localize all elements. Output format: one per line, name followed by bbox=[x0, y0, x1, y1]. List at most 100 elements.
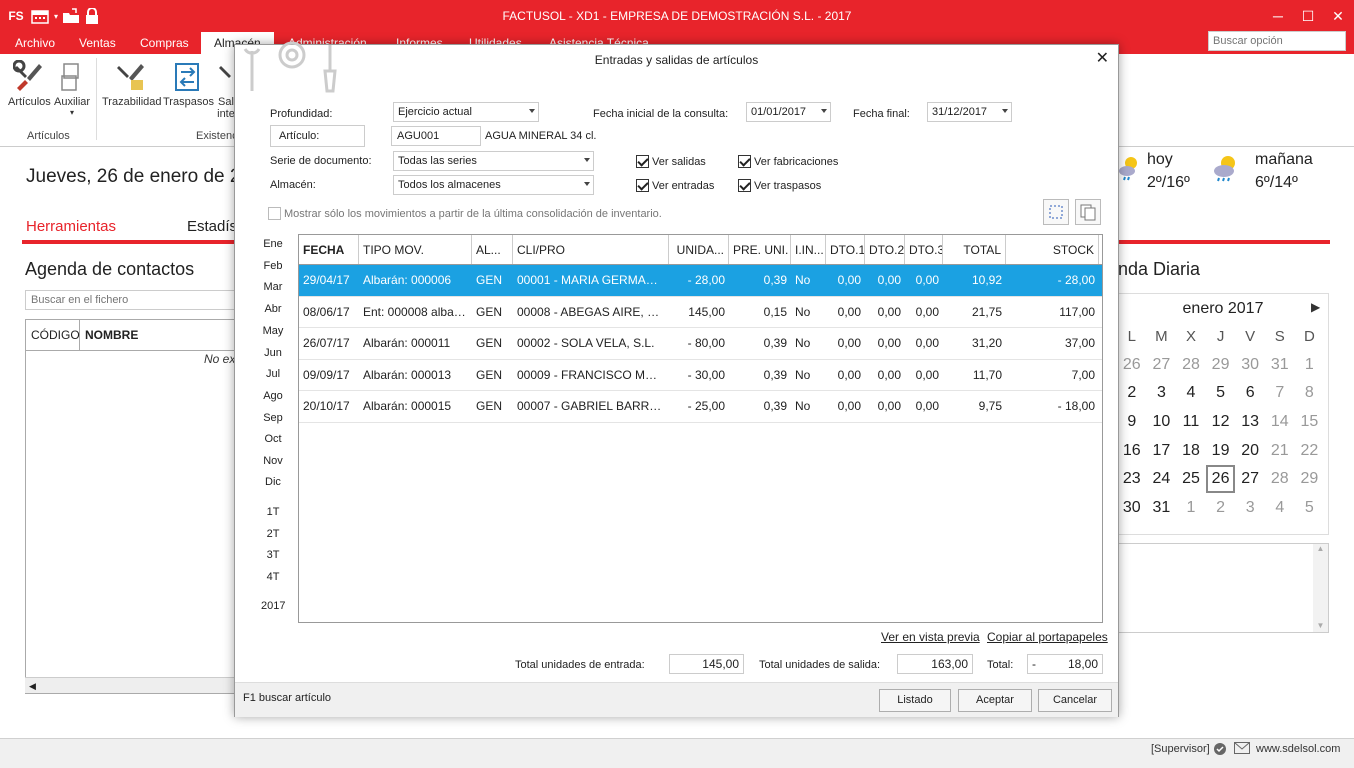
calendar-day[interactable]: 17 bbox=[1147, 442, 1177, 460]
grid-row[interactable]: 29/04/17 Albarán: 000006 GEN 00001 - MARIA … bbox=[299, 265, 1102, 297]
listado-button[interactable]: Listado bbox=[879, 689, 951, 712]
calendar-day[interactable]: 10 bbox=[1147, 413, 1177, 431]
grid-col-header[interactable]: FECHA bbox=[299, 235, 359, 264]
calendar-day[interactable]: 27 bbox=[1147, 356, 1177, 374]
ver-traspasos-checkbox[interactable]: Ver traspasos bbox=[738, 179, 821, 192]
calendar-day[interactable]: 31 bbox=[1265, 356, 1295, 374]
grid-row[interactable]: 20/10/17 Albarán: 000015 GEN 00007 - GABRIE… bbox=[299, 391, 1102, 423]
grid-col-header[interactable]: AL... bbox=[472, 235, 513, 264]
search-contacts-input[interactable] bbox=[25, 290, 240, 310]
grid-row[interactable]: 08/06/17 Ent: 000008 albará... GEN 00008 - … bbox=[299, 297, 1102, 328]
calendar-day[interactable]: 30 bbox=[1235, 356, 1265, 374]
month-filter[interactable]: Ene bbox=[261, 238, 285, 250]
grid-row[interactable]: 09/09/17 Albarán: 000013 GEN 00009 - FRANCI… bbox=[299, 360, 1102, 391]
calendar-day[interactable]: 25 bbox=[1176, 470, 1206, 488]
calendar-day[interactable]: 29 bbox=[1206, 356, 1236, 374]
grid-col-header[interactable]: DTO.1 bbox=[826, 235, 865, 264]
grid-col-header[interactable]: I.IN... bbox=[791, 235, 826, 264]
calendar-day[interactable]: 8 bbox=[1295, 384, 1325, 402]
calendar-day[interactable]: 5 bbox=[1295, 499, 1325, 517]
salidas-internas-button[interactable]: Sal inte bbox=[216, 60, 236, 120]
grid-row[interactable]: 26/07/17 Albarán: 000011 GEN 00002 - SOLA V… bbox=[299, 328, 1102, 360]
horizontal-scrollbar[interactable]: ◀ bbox=[25, 677, 240, 693]
calendar-day[interactable]: 13 bbox=[1235, 413, 1265, 431]
calendar-day[interactable]: 12 bbox=[1206, 413, 1236, 431]
menu-tab-archivo[interactable]: Archivo bbox=[2, 32, 68, 54]
tab-estadisticas[interactable]: Estadís bbox=[187, 218, 237, 235]
calendar-day[interactable]: 16 bbox=[1117, 442, 1147, 460]
articulo-code-input[interactable]: AGU001 bbox=[391, 126, 481, 146]
calendar-day[interactable]: 26 bbox=[1205, 465, 1236, 494]
calendar-day[interactable]: 23 bbox=[1117, 470, 1147, 488]
copiar-portapapeles-link[interactable]: Copiar al portapapeles bbox=[987, 630, 1108, 644]
month-filter[interactable]: Sep bbox=[261, 412, 285, 424]
calendar-day[interactable]: 29 bbox=[1295, 470, 1325, 488]
calendar-day[interactable]: 27 bbox=[1235, 470, 1265, 488]
calendar-day[interactable]: 19 bbox=[1206, 442, 1236, 460]
month-filter[interactable]: Dic bbox=[261, 476, 285, 488]
checkbox-checked-icon[interactable] bbox=[738, 179, 751, 192]
aceptar-button[interactable]: Aceptar bbox=[958, 689, 1032, 712]
quarter-filter[interactable]: 4T bbox=[261, 571, 285, 583]
grid-col-header[interactable]: CLI/PRO bbox=[513, 235, 669, 264]
quarter-filter[interactable]: 1T bbox=[261, 506, 285, 518]
grid-col-header[interactable]: PRE. UNI. bbox=[729, 235, 791, 264]
grid-col-header[interactable]: DTO.3 bbox=[905, 235, 943, 264]
calendar-day[interactable]: 3 bbox=[1235, 499, 1265, 517]
month-filter[interactable]: Nov bbox=[261, 455, 285, 467]
month-filter[interactable]: Jun bbox=[261, 347, 285, 359]
calendar-day[interactable]: 4 bbox=[1265, 499, 1295, 517]
calendar-day[interactable]: 6 bbox=[1235, 384, 1265, 402]
month-filter[interactable]: Jul bbox=[261, 368, 285, 380]
copy-button[interactable] bbox=[1075, 199, 1101, 225]
ver-fabricaciones-checkbox[interactable]: Ver fabricaciones bbox=[738, 155, 838, 168]
fecha-inicial-picker[interactable]: 01/01/2017 bbox=[746, 102, 831, 122]
month-filter[interactable]: Feb bbox=[261, 260, 285, 272]
calendar-day[interactable]: 31 bbox=[1147, 499, 1177, 517]
articulo-button[interactable]: Artículo: bbox=[270, 125, 365, 147]
grid-col-header[interactable]: TOTAL bbox=[943, 235, 1006, 264]
calendar-day[interactable]: 7 bbox=[1265, 384, 1295, 402]
almacen-select[interactable]: Todos los almacenes bbox=[393, 175, 594, 195]
grid-col-header[interactable]: UNIDA... bbox=[669, 235, 729, 264]
mail-icon[interactable] bbox=[1234, 742, 1250, 757]
grid-col-header[interactable]: TIPO MOV. bbox=[359, 235, 472, 264]
calendar-day[interactable]: 1 bbox=[1176, 499, 1206, 517]
cancelar-button[interactable]: Cancelar bbox=[1038, 689, 1112, 712]
calendar-day[interactable]: 18 bbox=[1176, 442, 1206, 460]
checkbox-checked-icon[interactable] bbox=[636, 155, 649, 168]
calendar-day[interactable]: 14 bbox=[1265, 413, 1295, 431]
calendar-day[interactable]: 4 bbox=[1176, 384, 1206, 402]
calendar-day[interactable]: 3 bbox=[1147, 384, 1177, 402]
year-filter[interactable]: 2017 bbox=[261, 600, 285, 612]
articulos-button[interactable]: Artículos bbox=[8, 59, 51, 108]
vertical-scrollbar[interactable]: ▲ ▼ bbox=[1313, 544, 1328, 632]
shield-icon[interactable] bbox=[1213, 741, 1227, 759]
col-nombre[interactable]: NOMBRE bbox=[80, 320, 143, 350]
calendar-day[interactable]: 5 bbox=[1206, 384, 1236, 402]
menu-tab-ventas[interactable]: Ventas bbox=[66, 32, 129, 54]
menu-tab-compras[interactable]: Compras bbox=[127, 32, 202, 54]
calendar-day[interactable]: 2 bbox=[1117, 384, 1147, 402]
month-filter[interactable]: Abr bbox=[261, 303, 285, 315]
calendar-day[interactable]: 22 bbox=[1295, 442, 1325, 460]
month-filter[interactable]: May bbox=[261, 325, 285, 337]
month-filter[interactable]: Oct bbox=[261, 433, 285, 445]
search-option-input[interactable] bbox=[1208, 31, 1346, 51]
calendar-day[interactable]: 9 bbox=[1117, 413, 1147, 431]
trazabilidad-button[interactable]: Trazabilidad bbox=[102, 60, 162, 108]
close-icon[interactable]: ✕ bbox=[1096, 48, 1109, 68]
calendar-day[interactable]: 21 bbox=[1265, 442, 1295, 460]
close-window-button[interactable]: ✕ bbox=[1328, 6, 1348, 26]
calendar-day[interactable]: 26 bbox=[1117, 356, 1147, 374]
checkbox-unchecked-icon[interactable] bbox=[268, 207, 281, 220]
maximize-button[interactable]: ☐ bbox=[1298, 6, 1318, 26]
calendar-day[interactable]: 24 bbox=[1147, 470, 1177, 488]
ver-vista-previa-link[interactable]: Ver en vista previa bbox=[881, 630, 980, 644]
calendar-day[interactable]: 2 bbox=[1206, 499, 1236, 517]
auxiliar-button[interactable]: Auxiliar ▾ bbox=[54, 60, 90, 117]
agenda-notes[interactable] bbox=[1118, 543, 1329, 633]
ver-entradas-checkbox[interactable]: Ver entradas bbox=[636, 179, 714, 192]
month-filter[interactable]: Ago bbox=[261, 390, 285, 402]
quarter-filter[interactable]: 2T bbox=[261, 528, 285, 540]
